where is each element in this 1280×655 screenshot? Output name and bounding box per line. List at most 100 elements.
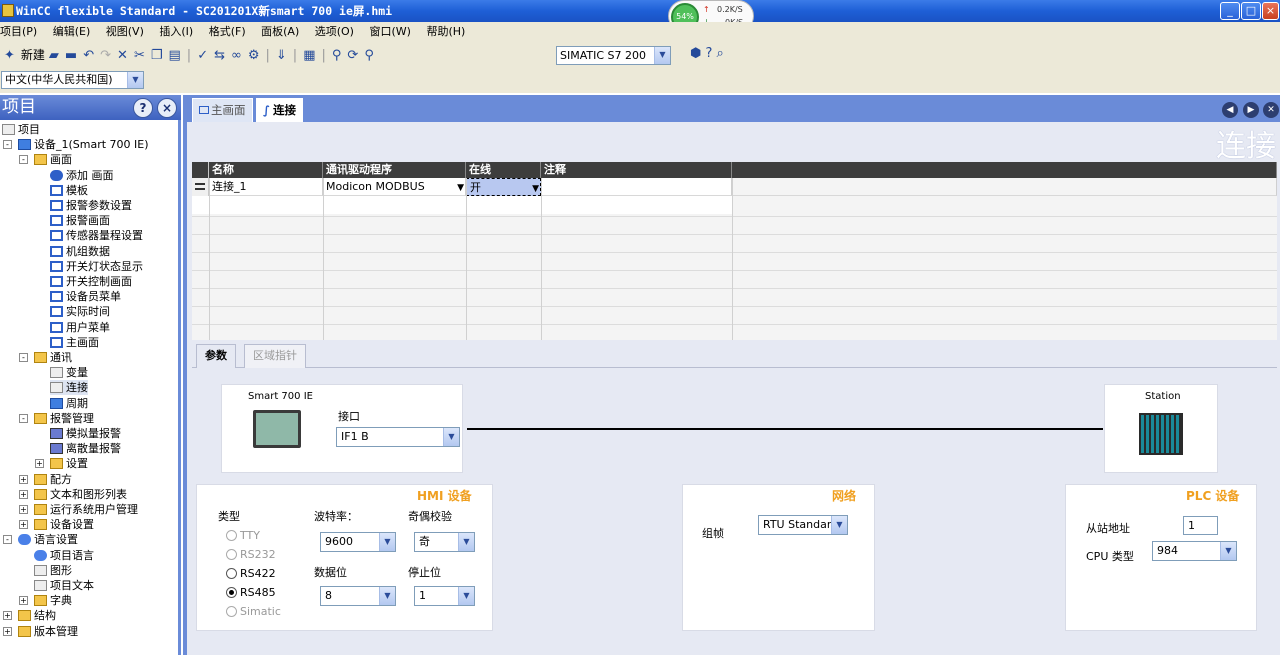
- search-icon[interactable]: ⚲: [364, 43, 374, 69]
- slave-address-input[interactable]: 1: [1183, 516, 1218, 535]
- tree-item[interactable]: 变量: [50, 365, 88, 380]
- frame-select[interactable]: RTU Standard ▼: [758, 515, 848, 535]
- table-row-driver[interactable]: Modicon MODBUS ▼: [323, 178, 466, 196]
- col-online[interactable]: 在线: [466, 162, 541, 178]
- tree-item[interactable]: 字典: [34, 593, 72, 608]
- book-icon[interactable]: ⬢: [690, 46, 701, 61]
- col-comment[interactable]: 注释: [541, 162, 732, 178]
- tree-expander-icon[interactable]: -: [19, 155, 28, 165]
- tree-item[interactable]: 报警画面: [50, 213, 110, 228]
- language-select[interactable]: 中文(中华人民共和国) ▼: [1, 71, 144, 89]
- interface-select[interactable]: IF1 B ▼: [336, 427, 460, 447]
- tree-expander-icon[interactable]: +: [19, 520, 28, 530]
- close-panel-button[interactable]: ×: [157, 98, 177, 118]
- tree-item[interactable]: 设备设置: [34, 517, 94, 532]
- tree-item[interactable]: 项目文本: [34, 578, 94, 593]
- tree-item[interactable]: 主画面: [50, 335, 99, 350]
- tree-item[interactable]: 报警参数设置: [50, 198, 132, 213]
- link-icon[interactable]: ∞: [231, 43, 242, 69]
- menu-window[interactable]: 窗口(W): [369, 25, 410, 38]
- table-row-online[interactable]: 开 ▼: [466, 178, 541, 196]
- minimize-button[interactable]: _: [1220, 2, 1240, 20]
- new-icon[interactable]: ✦: [4, 43, 15, 69]
- tree-item[interactable]: 连接: [50, 380, 88, 396]
- tree-expander-icon[interactable]: +: [35, 459, 44, 469]
- table-row-comment[interactable]: [541, 178, 732, 196]
- cut-icon[interactable]: ✂: [134, 43, 145, 69]
- find-icon[interactable]: ⚲: [332, 43, 342, 69]
- tree-item[interactable]: 版本管理: [18, 624, 78, 639]
- check-icon[interactable]: ✓: [197, 43, 208, 69]
- chevron-down-icon[interactable]: ▼: [532, 180, 539, 195]
- col-name[interactable]: 名称: [209, 162, 323, 178]
- databits-select[interactable]: 8 ▼: [320, 586, 396, 606]
- tab-area-pointer[interactable]: 区域指针: [244, 344, 306, 368]
- paste-icon[interactable]: ▤: [169, 43, 181, 69]
- tree-expander-icon[interactable]: +: [3, 626, 12, 636]
- menu-view[interactable]: 视图(V): [106, 25, 144, 38]
- tree-expander-icon[interactable]: +: [19, 489, 28, 499]
- tree-item[interactable]: 周期: [50, 396, 88, 411]
- delete-icon[interactable]: ✕: [117, 43, 128, 69]
- tab-parameters[interactable]: 参数: [196, 344, 236, 368]
- menu-edit[interactable]: 编辑(E): [53, 25, 91, 38]
- next-tab-icon[interactable]: ▶: [1243, 102, 1259, 118]
- cpu-type-select[interactable]: 984 ▼: [1152, 541, 1237, 561]
- menu-help[interactable]: 帮助(H): [426, 25, 465, 38]
- prev-tab-icon[interactable]: ◀: [1222, 102, 1238, 118]
- menu-panel[interactable]: 面板(A): [261, 25, 299, 38]
- tree-item[interactable]: 结构: [18, 608, 56, 623]
- tree-item[interactable]: 设备员菜单: [50, 289, 121, 304]
- refresh-icon[interactable]: ⟳: [347, 43, 358, 69]
- tree-expander-icon[interactable]: -: [19, 353, 28, 362]
- parity-select[interactable]: 奇 ▼: [414, 532, 475, 552]
- tree-item[interactable]: 模板: [50, 183, 88, 198]
- maximize-button[interactable]: □: [1241, 2, 1261, 20]
- tree-item[interactable]: 设备_1(Smart 700 IE): [18, 137, 149, 152]
- tree-expander-icon[interactable]: +: [19, 596, 28, 606]
- save-icon[interactable]: ▬: [65, 43, 77, 69]
- col-driver[interactable]: 通讯驱动程序: [323, 162, 466, 178]
- copy-icon[interactable]: ❐: [151, 43, 163, 69]
- tree-item[interactable]: 实际时间: [50, 304, 110, 319]
- tree-item[interactable]: 用户菜单: [50, 320, 110, 335]
- redo-icon[interactable]: ↷: [100, 43, 111, 69]
- tree-item[interactable]: 开关灯状态显示: [50, 259, 143, 274]
- radio-rs232[interactable]: [226, 549, 237, 560]
- tree-item[interactable]: 配方: [34, 472, 72, 487]
- tree-item[interactable]: 运行系统用户管理: [34, 502, 138, 517]
- tree-item[interactable]: 图形: [34, 563, 72, 578]
- radio-simatic[interactable]: [226, 606, 237, 617]
- format-icon[interactable]: ▦: [303, 43, 315, 69]
- radio-rs422[interactable]: [226, 568, 237, 579]
- tree-item[interactable]: 添加 画面: [50, 168, 114, 183]
- close-tab-icon[interactable]: ✕: [1263, 102, 1279, 118]
- baud-select[interactable]: 9600 ▼: [320, 532, 396, 552]
- menu-insert[interactable]: 插入(I): [159, 25, 193, 38]
- tree-item[interactable]: 项目语言: [34, 548, 94, 563]
- tree-item[interactable]: 通讯: [34, 350, 72, 365]
- tree-item[interactable]: 语言设置: [18, 532, 78, 547]
- menu-project[interactable]: 项目(P): [0, 25, 37, 38]
- tree-item[interactable]: 离散量报警: [50, 441, 121, 456]
- new-button[interactable]: 新建: [21, 48, 45, 62]
- compile-icon[interactable]: ⚙: [248, 43, 260, 69]
- tree-item[interactable]: 报警管理: [34, 411, 94, 426]
- tree-item[interactable]: 开关控制画面: [50, 274, 132, 289]
- tree-expander-icon[interactable]: +: [19, 505, 28, 514]
- open-icon[interactable]: ▰: [49, 43, 59, 69]
- tree-item[interactable]: 模拟量报警: [50, 426, 121, 441]
- tree-item[interactable]: 机组数据: [50, 244, 110, 259]
- tree-item[interactable]: 传感器量程设置: [50, 228, 143, 243]
- menu-options[interactable]: 选项(O): [315, 25, 354, 38]
- tree-expander-icon[interactable]: -: [3, 535, 12, 545]
- whats-this-icon[interactable]: ⌕: [717, 46, 724, 61]
- chevron-down-icon[interactable]: ▼: [457, 179, 464, 195]
- tree-item[interactable]: 文本和图形列表: [34, 487, 127, 502]
- tree-item[interactable]: 画面: [34, 152, 72, 167]
- tree-expander-icon[interactable]: +: [3, 611, 12, 621]
- help-button[interactable]: ?: [133, 98, 153, 118]
- menu-format[interactable]: 格式(F): [209, 25, 246, 38]
- import-icon[interactable]: ⇓: [276, 43, 287, 69]
- table-new-row[interactable]: [192, 196, 732, 214]
